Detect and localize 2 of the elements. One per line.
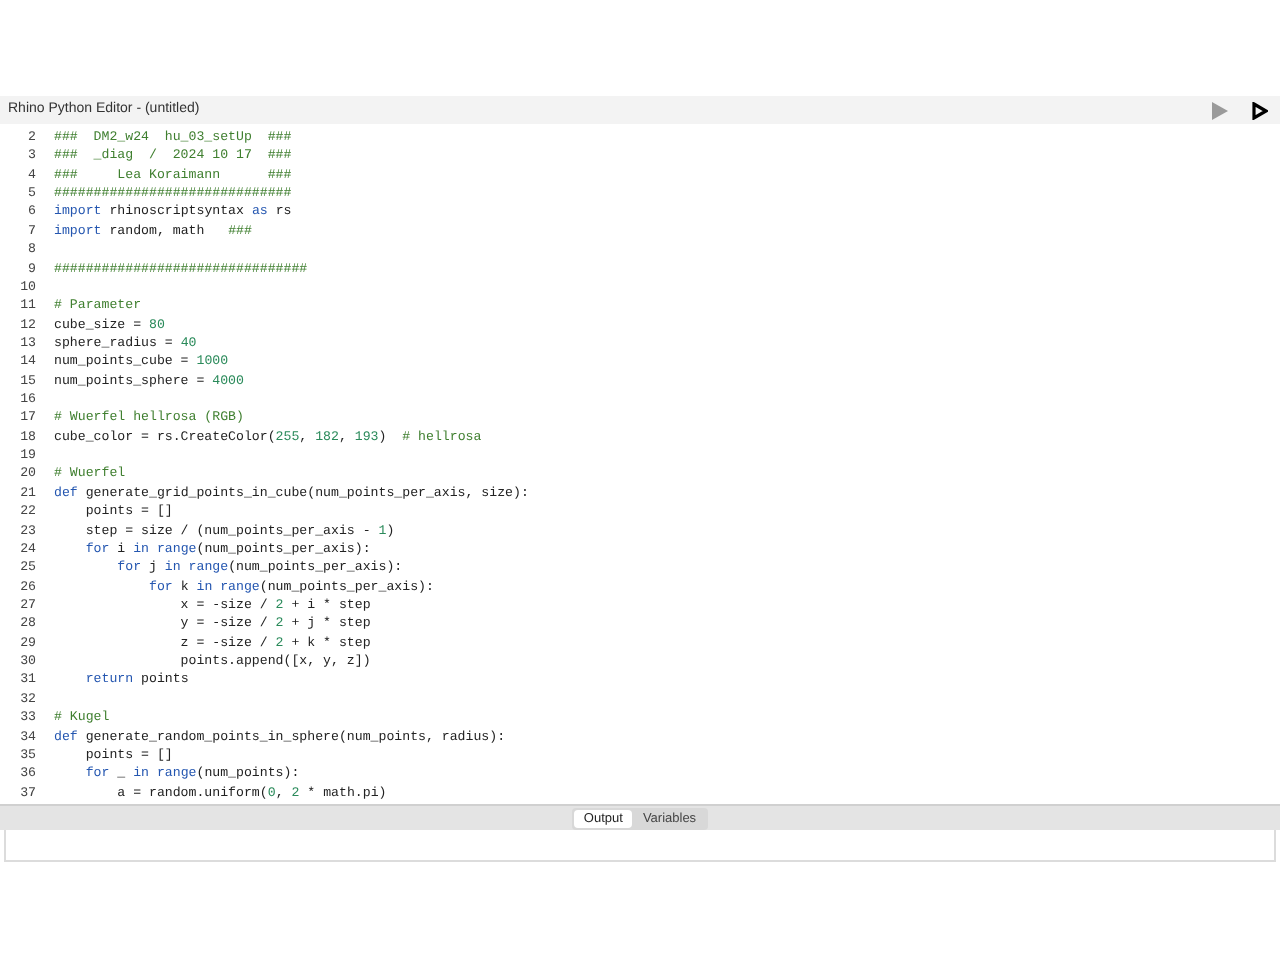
run-icon[interactable] [1252, 101, 1268, 119]
play-icon[interactable] [1212, 101, 1228, 119]
